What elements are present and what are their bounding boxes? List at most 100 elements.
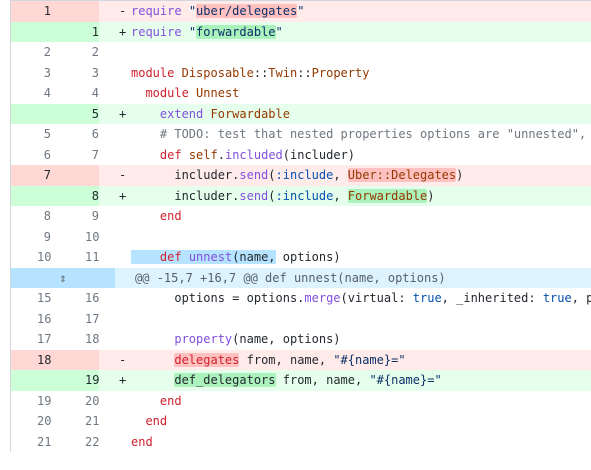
diff-marker [99,42,131,63]
code-text: options = options.merge(virtual: true, _… [131,291,591,305]
hunk-header: ⇕ @@ -15,7 +16,7 @@ def unnest(name, opti… [11,267,591,288]
new-line-number[interactable]: 19 [59,370,99,391]
new-line-number[interactable]: 8 [59,185,99,206]
old-line-number[interactable]: 19 [11,391,59,412]
diff-marker: + [119,106,127,121]
old-line-number[interactable]: 15 [11,288,59,309]
old-line-number[interactable]: 6 [11,145,59,166]
new-line-number[interactable]: 18 [59,329,99,350]
diff-marker: + [119,24,127,39]
old-line-number[interactable]: 4 [11,83,59,104]
old-line-number[interactable]: 1 [11,1,59,22]
code-text: require "forwardable" [131,24,283,39]
diff-line: 67 def self.included(includer) [11,145,591,166]
code-text: end [159,209,182,223]
new-line-number[interactable]: 22 [59,432,99,453]
diff-marker [99,63,131,84]
diff-line: 18 - delegates from, name, "#{name}=" [11,349,591,370]
old-line-number[interactable] [11,21,59,42]
diff-line: 10 11 def unnest(name, options) [11,247,591,268]
diff-line: 19 20 end [11,391,591,412]
old-line-number[interactable]: 7 [11,165,59,186]
new-line-number[interactable]: 4 [59,83,99,104]
code-text: end [131,434,153,449]
code-text: def unnest(name, options) [131,247,591,268]
code-text: module Disposable::Twin::Property [131,65,370,80]
new-line-number[interactable]: 5 [59,103,99,124]
diff-line: 56 # TODO: test that nested properties o… [11,124,591,145]
diff-line: 1 + require "forwardable" [11,21,591,42]
diff-marker: - [119,352,127,367]
new-line-number[interactable]: 2 [59,42,99,63]
diff-marker [99,391,131,412]
old-line-number[interactable] [11,103,59,124]
diff-line: 19 + def_delegators from, name, "#{name}=… [11,370,591,391]
old-line-number[interactable]: 16 [11,309,59,330]
new-line-number[interactable]: 16 [59,288,99,309]
hunk-text: @@ -15,7 +16,7 @@ def unnest(name, optio… [135,270,446,285]
diff-line: 9 10 [11,227,591,248]
old-line-number[interactable]: 18 [11,349,59,370]
code-text: extend Forwardable [159,106,290,121]
new-line-number[interactable] [59,165,99,186]
new-line-number[interactable]: 1 [59,21,99,42]
old-line-number[interactable]: 10 [11,247,59,268]
new-line-number[interactable] [59,349,99,370]
code-text: def_delegators from, name, "#{name}=" [174,373,442,387]
diff-marker: + [119,188,127,203]
new-line-number[interactable]: 6 [59,124,99,145]
diff-line: 89 end [11,206,591,227]
old-line-number[interactable]: 17 [11,329,59,350]
diff-line: 15 16 options = options.merge(virtual: tr… [11,288,591,309]
diff-line: 17 18 property(name, options) [11,329,591,350]
diff-marker [99,432,131,453]
new-line-number[interactable]: 7 [59,145,99,166]
diff-marker [99,83,131,104]
old-line-number[interactable]: 5 [11,124,59,145]
diff-marker [99,145,131,166]
diff-line: 3 3 module Disposable::Twin::Property [11,63,591,84]
new-line-number[interactable]: 17 [59,309,99,330]
diff-line: 22 [11,42,591,63]
diff-marker [99,247,131,268]
code-text: require "uber/delegates" [131,4,305,18]
diff-marker: - [119,168,127,182]
diff-line: 44 module Unnest [11,83,591,104]
diff-marker [99,206,131,227]
new-line-number[interactable]: 21 [59,411,99,432]
new-line-number[interactable]: 11 [59,247,99,268]
unfold-icon[interactable]: ⇕ [11,267,115,288]
new-line-number[interactable]: 20 [59,391,99,412]
new-line-number[interactable]: 9 [59,206,99,227]
old-line-number[interactable]: 2 [11,42,59,63]
old-line-number[interactable] [11,370,59,391]
diff-marker: + [119,373,127,387]
old-line-number[interactable]: 21 [11,432,59,453]
code-text: end [159,393,182,408]
diff-marker [99,309,131,330]
code-text: def self.included(includer) [159,147,356,162]
old-line-number[interactable]: 3 [11,63,59,84]
code-text: includer.send(:include, Uber::Delegates) [131,168,464,182]
diff-line: 5 + extend Forwardable [11,103,591,124]
code-text: property(name, options) [174,332,341,346]
diff-marker [99,329,131,350]
code-text: includer.send(:include, Forwardable) [131,188,435,203]
new-line-number[interactable]: 3 [59,63,99,84]
old-line-number[interactable]: 9 [11,227,59,248]
diff-line: 1 - require "uber/delegates" [11,1,591,22]
code-text: module Unnest [145,86,240,100]
diff-marker: - [119,4,127,18]
new-line-number[interactable]: 10 [59,227,99,248]
new-line-number[interactable] [59,1,99,22]
diff-view: 1- require "uber/delegates" 1 + require "for… [10,0,591,452]
code-text: # TODO: test that nested properties opti… [159,127,591,141]
diff-marker [99,288,131,309]
diff-line: 21 22 end [11,432,591,453]
old-line-number[interactable] [11,185,59,206]
old-line-number[interactable]: 20 [11,411,59,432]
old-line-number[interactable]: 8 [11,206,59,227]
diff-line: 7 - includer.send(:include, Uber::Delegat… [11,165,591,186]
